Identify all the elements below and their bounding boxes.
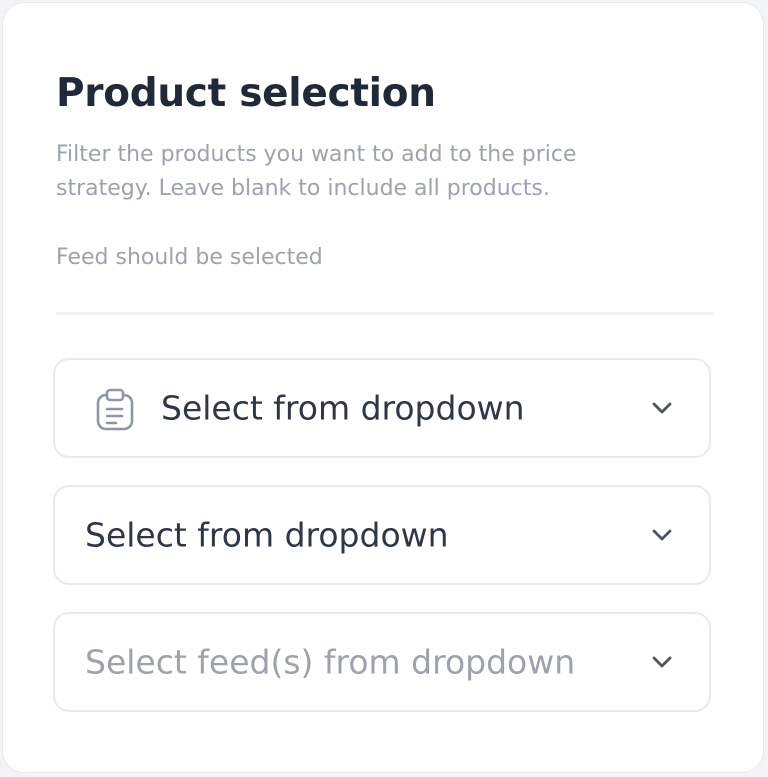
dropdown-label: Select from dropdown (161, 388, 525, 428)
feed-required-hint: Feed should be selected (56, 245, 323, 270)
section-title: Product selection (56, 71, 436, 116)
product-filter-dropdown[interactable]: Select from dropdown (53, 358, 711, 458)
dropdown-label: Select from dropdown (85, 515, 449, 555)
section-divider (56, 312, 714, 315)
dropdown-placeholder: Select feed(s) from dropdown (85, 642, 576, 682)
feed-dropdown[interactable]: Select feed(s) from dropdown (53, 612, 711, 712)
chevron-down-icon (652, 656, 672, 668)
chevron-down-icon (652, 529, 672, 541)
chevron-down-icon (652, 402, 672, 414)
product-attribute-dropdown[interactable]: Select from dropdown (53, 485, 711, 585)
clipboard-icon (96, 388, 134, 431)
section-description: Filter the products you want to add to t… (56, 142, 577, 201)
